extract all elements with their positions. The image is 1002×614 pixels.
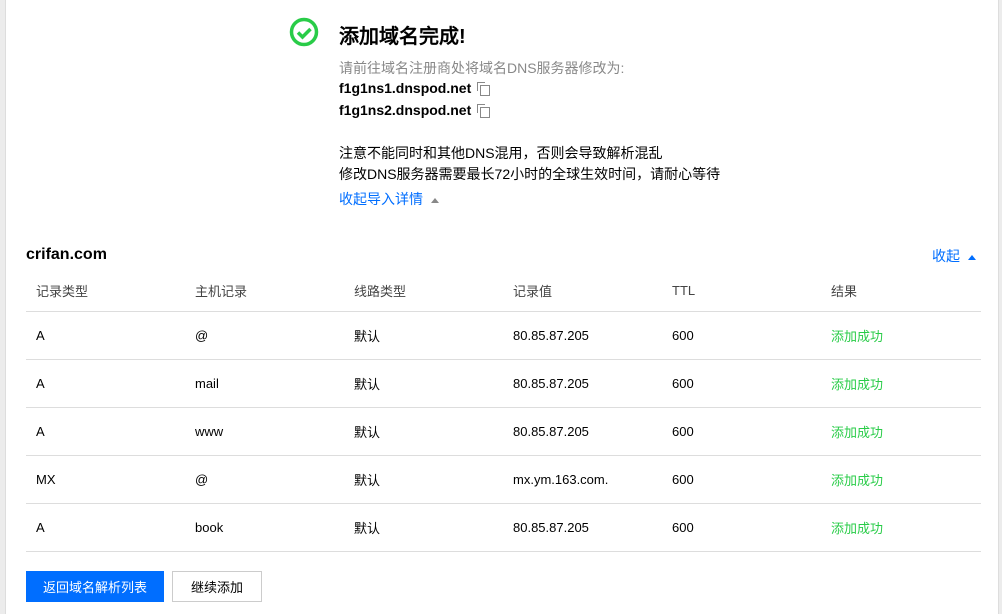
cell: www [185,407,344,456]
cell: mx.ym.163.com. [503,455,662,504]
cell: 600 [662,359,821,408]
table-header: 记录类型 主机记录 线路类型 记录值 TTL 结果 [26,270,981,312]
cell: book [185,503,344,552]
page-title: 添加域名完成! [339,26,466,48]
back-to-list-button[interactable]: 返回域名解析列表 [26,571,164,602]
cell: MX [26,455,185,504]
cell: 80.85.87.205 [503,407,662,456]
col-line: 线路类型 [344,270,503,312]
nameserver-2: f1g1ns2.dnspod.net [339,102,491,118]
cell: 默认 [344,311,503,360]
col-host: 主机记录 [185,270,344,312]
cell: 600 [662,455,821,504]
cell: 600 [662,311,821,360]
cell: mail [185,359,344,408]
caret-up-icon [968,254,976,260]
cell: @ [185,311,344,360]
cell: 80.85.87.205 [503,503,662,552]
records-table: 记录类型 主机记录 线路类型 记录值 TTL 结果 A @ 默认 80.85.87.2… [26,270,981,552]
cell: 添加成功 [821,311,981,360]
table-row: Abook 默认 80.85.87.205 600 添加成功 [26,503,981,552]
cell: 80.85.87.205 [503,359,662,408]
collapse-detail-link[interactable]: 收起导入详情 [339,189,439,209]
right-border [998,0,1002,614]
table-row: Awww 默认 80.85.87.205 600 添加成功 [26,407,981,456]
copy-icon[interactable] [477,104,491,118]
collapse-detail-label: 收起导入详情 [339,191,423,207]
cell: 600 [662,407,821,456]
cell: A [26,407,185,456]
table-row: Amail 默认 80.85.87.205 600 添加成功 [26,359,981,408]
col-ttl: TTL [662,270,821,312]
cell: 默认 [344,455,503,504]
left-border [0,0,6,614]
cell: 添加成功 [821,455,981,504]
note-2: 修改DNS服务器需要最长72小时的全球生效时间，请耐心等待 [339,166,721,182]
cell: A [26,503,185,552]
col-result: 结果 [821,270,981,312]
caret-up-icon [431,197,439,203]
copy-icon[interactable] [477,82,491,96]
cell: 默认 [344,407,503,456]
nameserver-text: f1g1ns2.dnspod.net [339,102,472,118]
collapse-link[interactable]: 收起 [932,246,976,266]
cell: 80.85.87.205 [503,311,662,360]
table-row: A @ 默认 80.85.87.205 600 添加成功 [26,311,981,360]
cell: A [26,311,185,360]
collapse-label: 收起 [932,248,960,264]
continue-add-button[interactable]: 继续添加 [172,571,262,602]
col-value: 记录值 [503,270,662,312]
table-row: MX @ 默认 mx.ym.163.com. 600 添加成功 [26,455,981,504]
note-1: 注意不能同时和其他DNS混用，否则会导致解析混乱 [339,145,663,161]
col-type: 记录类型 [26,270,185,312]
cell: 默认 [344,359,503,408]
cell: 添加成功 [821,503,981,552]
nameserver-1: f1g1ns1.dnspod.net [339,80,491,96]
cell: @ [185,455,344,504]
cell: 添加成功 [821,407,981,456]
cell: A [26,359,185,408]
cell: 默认 [344,503,503,552]
domain-name: crifan.com [26,246,107,263]
nameserver-text: f1g1ns1.dnspod.net [339,80,472,96]
cell: 添加成功 [821,359,981,408]
cell: 600 [662,503,821,552]
dns-hint: 请前往域名注册商处将域名DNS服务器修改为: [339,60,625,76]
success-check-icon [289,17,319,47]
